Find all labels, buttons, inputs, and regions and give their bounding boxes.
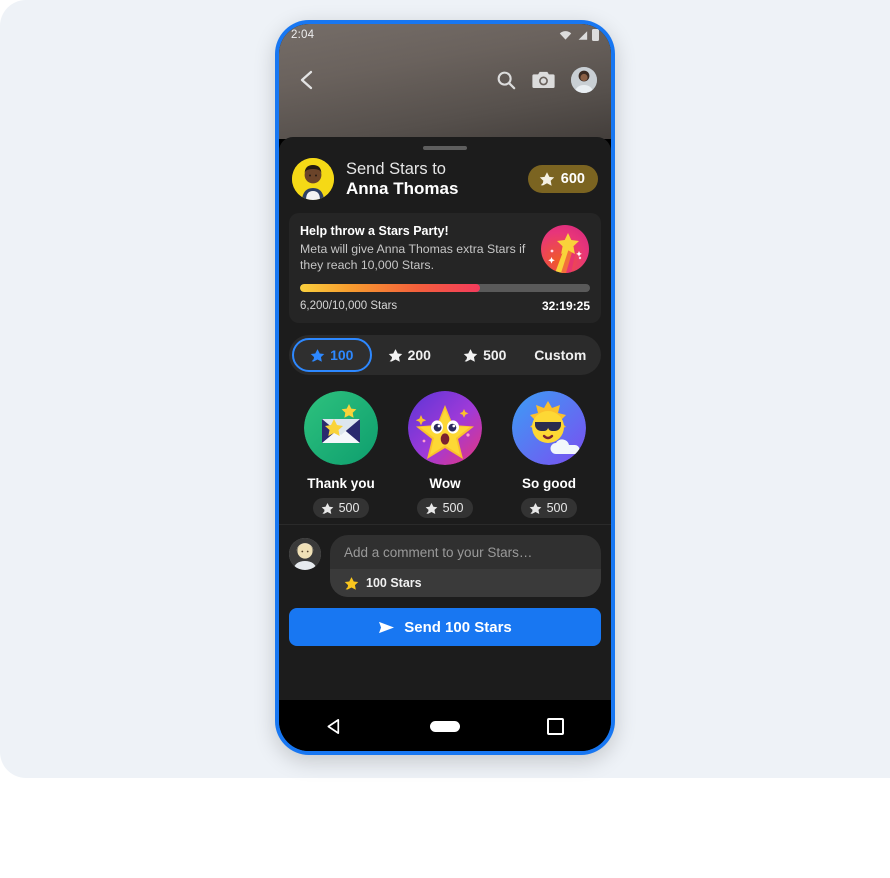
stars-chip-label: 100 Stars [366,576,422,590]
gift-name: Thank you [307,476,375,492]
star-icon [321,502,333,514]
gift-image [512,391,586,466]
comment-input[interactable]: Add a comment to your Stars… [330,535,601,569]
title-line-1: Send Stars to [346,159,446,178]
party-subtitle: Meta will give Anna Thomas extra Stars i… [300,242,526,273]
star-icon [388,349,402,362]
star-icon [529,502,541,514]
party-progress-track [300,284,590,293]
gift-price: 500 [442,501,464,516]
amount-tab-label: Custom [534,347,587,364]
search-icon[interactable] [496,70,516,90]
wifi-icon [559,30,572,40]
envelope-star-icon [304,391,378,466]
star-icon [463,349,478,362]
amount-selector: 100 200 500 Custom [289,335,601,376]
phone-screen: 2:04 Send Stars to Anna Thomas 600 Help … [279,24,611,751]
amount-tab-custom[interactable]: Custom [523,338,599,372]
cool-sun-icon [512,391,586,466]
android-nav-bar [279,701,611,751]
avatar-image [289,538,321,570]
comment-box: Add a comment to your Stars… 100 Stars [330,535,601,597]
avatar-image [292,158,334,200]
balance-amount: 600 [560,171,585,187]
gift-price-chip: 500 [520,498,578,519]
send-button-label: Send 100 Stars [404,618,512,636]
amount-tab-200[interactable]: 200 [372,338,448,372]
android-home-button[interactable] [390,720,501,732]
gift-grid-row-1: Thank you 500 Wow 500 So good 500 [289,391,601,519]
surprised-star-icon [408,391,482,466]
triangle-back-icon [327,718,339,734]
gift-price: 500 [546,501,568,516]
star-icon [425,502,437,514]
status-icons [559,29,599,41]
sheet-header: Send Stars to Anna Thomas 600 [279,150,611,200]
gift-item-so-good[interactable]: So good 500 [497,391,601,519]
top-nav-bar [279,54,611,106]
android-back-button[interactable] [279,718,390,735]
square-recents-icon [547,717,565,735]
status-time: 2:04 [291,29,315,41]
gift-price-chip: 500 [416,498,474,519]
composer-row: Add a comment to your Stars… 100 Stars [289,535,601,597]
party-progress-fill [300,284,480,293]
chevron-left-icon [300,70,312,90]
shooting-star-illustration [541,225,589,273]
star-icon [310,349,325,362]
phone-frame: 2:04 Send Stars to Anna Thomas 600 Help … [275,20,615,755]
amount-tab-100[interactable]: 100 [292,338,372,373]
amount-tab-label: 100 [330,347,354,364]
stars-party-card[interactable]: Help throw a Stars Party! Meta will give… [289,213,601,324]
gift-price-chip: 500 [312,498,370,519]
star-icon [344,576,359,590]
amount-tab-label: 500 [483,347,507,364]
pill-home-icon [430,720,460,732]
party-footer: 6,200/10,000 Stars 32:19:25 [300,299,590,313]
recipient-avatar [292,158,334,200]
title-line-2: Anna Thomas [346,179,459,199]
nav-actions [496,67,597,93]
gift-image [408,391,482,466]
paper-plane-icon [379,621,395,633]
star-icon [539,172,554,186]
gift-image [304,391,378,466]
signal-icon [578,30,588,40]
back-button[interactable] [293,67,319,93]
gift-item-wow[interactable]: Wow 500 [393,391,497,519]
sheet-title: Send Stars to Anna Thomas [346,160,458,199]
gift-price: 500 [338,501,360,516]
amount-tab-500[interactable]: 500 [447,338,523,372]
stars-amount-chip[interactable]: 100 Stars [330,569,601,597]
party-progress-label: 6,200/10,000 Stars [300,300,398,313]
amount-tab-label: 200 [407,347,431,364]
android-recents-button[interactable] [500,717,611,735]
star-balance-pill[interactable]: 600 [527,165,598,193]
party-timer: 32:19:25 [541,299,590,314]
my-avatar [289,538,321,570]
comment-composer: Add a comment to your Stars… 100 Stars S… [279,524,611,646]
camera-icon[interactable] [532,70,555,90]
status-bar: 2:04 [279,24,611,46]
battery-icon [592,29,599,41]
profile-avatar[interactable] [571,67,597,93]
avatar-image [571,67,597,93]
page-root: 2:04 Send Stars to Anna Thomas 600 Help … [0,0,890,878]
gift-name: Wow [429,476,461,492]
gift-name: So good [522,476,576,492]
gift-item-thank-you[interactable]: Thank you 500 [289,391,393,519]
party-art-image [548,233,582,273]
send-stars-button[interactable]: Send 100 Stars [289,608,601,646]
send-stars-sheet: Send Stars to Anna Thomas 600 Help throw… [279,137,611,700]
